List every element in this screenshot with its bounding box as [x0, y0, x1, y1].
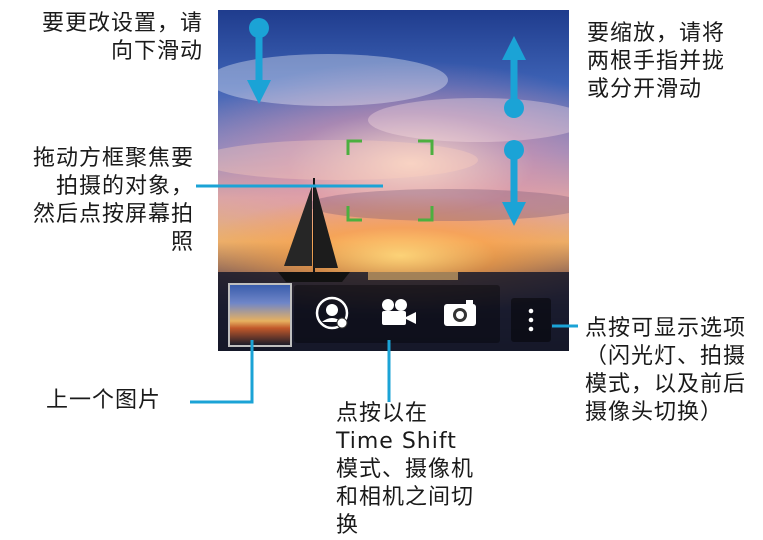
swipe-down-settings-label: 要更改设置，请 向下滑动: [41, 11, 203, 64]
video-camera-icon: [382, 299, 416, 325]
camera-icon: [444, 300, 476, 326]
sailboat-silhouette: [278, 178, 350, 282]
mode-switch-instruction-label: 点按以在 Time Shift 模式、摄像机 和相机之间切 换: [336, 401, 475, 538]
more-options-button[interactable]: [511, 298, 551, 342]
previous-picture-thumbnail[interactable]: [228, 283, 292, 347]
time-shift-button[interactable]: [312, 293, 352, 333]
video-mode-button[interactable]: [378, 293, 418, 333]
focus-instruction-label: 拖动方框聚焦要 拍摄的对象， 然后点按屏幕拍 照: [32, 146, 194, 255]
zoom-instruction-label: 要缩放，请将 两根手指并拢 或分开滑动: [587, 21, 726, 102]
previous-picture-label: 上一个图片: [46, 388, 162, 413]
time-shift-icon: [315, 296, 349, 330]
more-vertical-icon: [528, 308, 534, 332]
camera-mode-button[interactable]: [440, 293, 480, 333]
options-instruction-label: 点按可显示选项 （闪光灯、拍摄 模式，以及前后 摄像头切换）: [585, 316, 747, 425]
